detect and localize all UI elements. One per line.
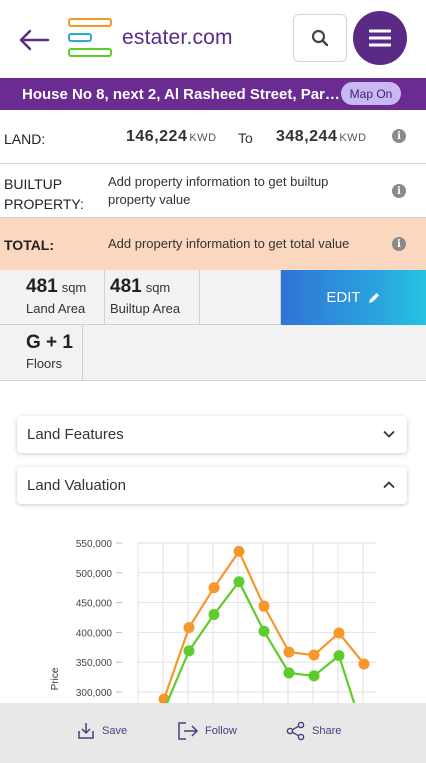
share-icon [286,721,305,741]
logo[interactable]: estater.com [68,18,233,58]
floors-value: G + 1 [26,332,73,353]
builtup-area-label: Builtup Area [110,301,181,316]
land-area-stat: 481 sqm Land Area [0,270,105,325]
logo-text: estater.com [122,26,233,49]
empty-stat [200,270,281,325]
data-point [358,658,370,670]
builtup-value-row: BUILTUP PROPERTY: Add property informatio… [0,164,426,218]
floors-label: Floors [26,356,63,371]
data-point [308,670,320,682]
land-label: LAND: [4,131,46,147]
data-point [233,545,245,557]
y-tick-label: 400,000 [76,628,113,639]
address-bar: House No 8, next 2, Al Rasheed Street, P… [0,78,426,110]
total-label: TOTAL: [4,237,55,253]
data-point [283,646,295,658]
builtup-info-icon[interactable]: i [392,184,406,198]
total-info-icon[interactable]: i [392,237,406,251]
save-button[interactable]: Save [76,721,127,741]
land-max-value: 348,244 KWD [276,128,367,145]
y-tick-label: 500,000 [76,569,113,580]
y-tick-label: 450,000 [76,599,113,610]
download-icon [78,723,94,739]
land-to-text: To [238,130,253,146]
land-info-icon[interactable]: i [392,129,406,143]
logo-mark-icon [68,18,114,58]
chevron-up-icon [383,481,395,489]
data-point [333,650,345,662]
total-text: Add property information to get total va… [108,236,350,251]
menu-button[interactable] [353,11,407,65]
pencil-icon [368,292,379,303]
bottom-action-bar: Save Follow Share [0,703,426,763]
chevron-down-icon [383,430,395,438]
share-button[interactable]: Share [286,721,341,741]
data-point [208,582,220,594]
search-icon [311,29,329,47]
land-min-value: 146,224 KWD [126,128,217,145]
floors-stat: G + 1 Floors [0,325,83,381]
data-point [208,609,220,621]
y-tick-label: 300,000 [76,688,113,699]
follow-arrow-icon [178,722,199,740]
y-tick-label: 350,000 [76,658,113,669]
back-button[interactable] [16,22,52,58]
land-features-accordion[interactable]: Land Features [17,416,407,453]
y-axis-label: Price [50,667,61,690]
data-point [183,645,195,657]
data-point [283,667,295,679]
data-point [183,622,195,634]
follow-button[interactable]: Follow [177,721,237,741]
map-toggle-button[interactable]: Map On [341,82,401,105]
data-point [258,600,270,612]
edit-button[interactable]: EDIT [281,270,426,325]
y-tick-label: 550,000 [76,539,113,550]
land-valuation-accordion[interactable]: Land Valuation [17,467,407,504]
data-point [333,627,345,639]
property-stats: 481 sqm Land Area 481 sqm Builtup Area EDI… [0,270,426,381]
data-point [233,576,245,588]
series-line-0 [162,549,365,700]
land-value-row: LAND: 146,224 KWD To 348,244 KWD i [0,110,426,164]
land-valuation-title: Land Valuation [27,477,126,494]
arrow-left-icon [19,29,50,51]
empty-stat-2 [83,325,426,381]
builtup-label: BUILTUP PROPERTY: [4,176,84,212]
land-area-label: Land Area [26,301,86,316]
builtup-text: Add property information to get builtup … [108,174,329,207]
land-features-title: Land Features [27,426,124,443]
data-point [258,625,270,637]
builtup-area-stat: 481 sqm Builtup Area [105,270,200,325]
data-point [308,649,320,661]
price-line-chart: 550,000 500,000 450,000 400,000 350,000 300,0… [50,539,376,740]
total-value-row: TOTAL: Add property information to get t… [0,218,426,270]
hamburger-icon [369,29,391,47]
property-address: House No 8, next 2, Al Rasheed Street, P… [22,85,340,103]
search-button[interactable] [293,14,347,62]
land-valuation-chart: 550,000 500,000 450,000 400,000 350,000 300,0… [0,525,426,740]
app-header: estater.com [0,0,426,78]
